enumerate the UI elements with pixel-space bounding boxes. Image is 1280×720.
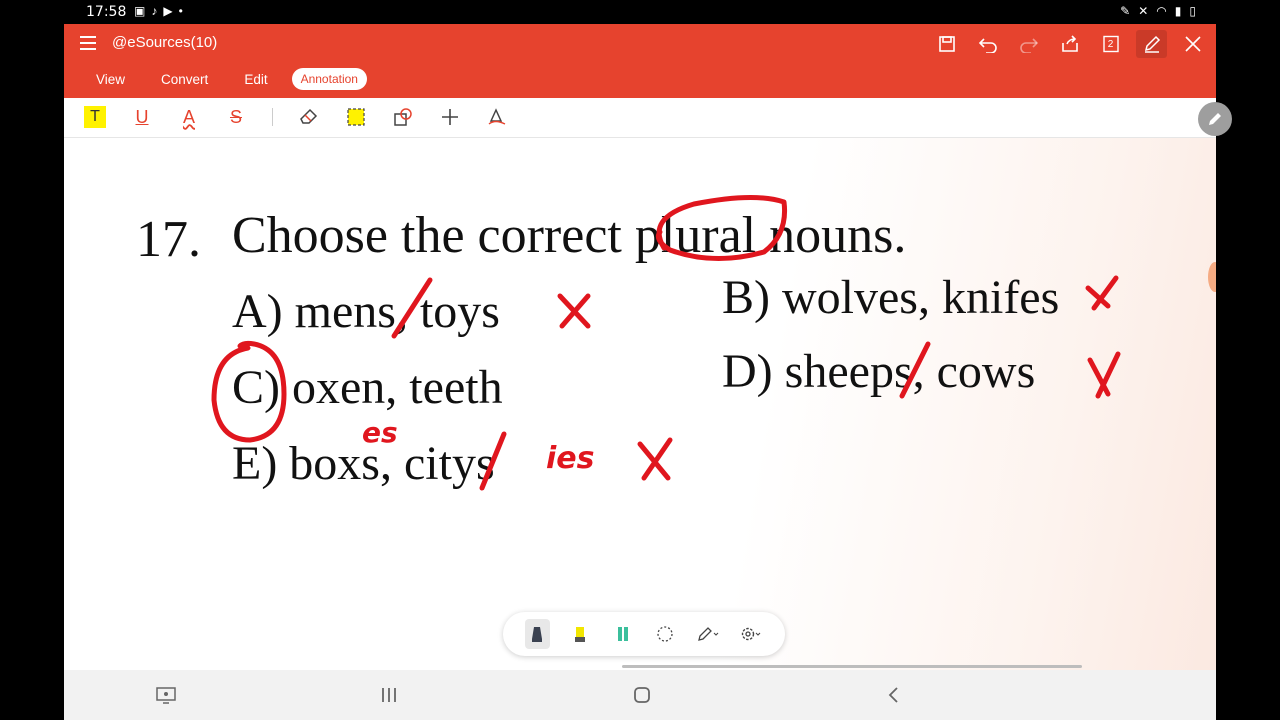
gallery-icon: ▣ — [134, 4, 146, 18]
annotation-toolbar: T U A S — [64, 98, 1232, 138]
tiktok-icon: ♪ — [151, 4, 158, 18]
highlight-text-icon[interactable]: T — [84, 106, 106, 128]
pen-settings-icon[interactable] — [696, 619, 721, 649]
yellow-highlighter-icon[interactable] — [568, 619, 593, 649]
tab-view[interactable]: View — [84, 69, 137, 90]
page-count-label: 2 — [1107, 38, 1114, 50]
back-icon[interactable] — [880, 682, 908, 708]
tab-convert[interactable]: Convert — [149, 69, 220, 90]
menu-icon[interactable] — [80, 32, 102, 54]
app-header: @eSources(10) 2 View Convert Edit Annota… — [64, 24, 1216, 98]
squiggly-glyph: A — [182, 106, 195, 127]
video-icon: ▶ — [163, 4, 173, 18]
gear-icon[interactable] — [738, 619, 763, 649]
option-b-x-mark — [1085, 275, 1119, 311]
option-a-x-mark — [557, 293, 591, 329]
redo-icon[interactable] — [1013, 30, 1044, 58]
save-icon[interactable] — [931, 30, 962, 58]
undo-icon[interactable] — [972, 30, 1003, 58]
mode-tabs: View Convert Edit Annotation — [84, 68, 379, 90]
signature-icon[interactable] — [486, 106, 508, 128]
option-e: E) boxs, citys — [232, 437, 495, 490]
battery-icon: ▯ — [1189, 4, 1196, 18]
option-d: D) sheeps, cows — [722, 345, 1036, 398]
highlight-glyph: T — [90, 108, 100, 125]
document-title: @eSources(10) — [112, 34, 218, 51]
page-edge-tab — [1208, 262, 1216, 292]
horizontal-scrollbar[interactable] — [622, 665, 1082, 668]
floating-pen-button[interactable] — [1198, 102, 1232, 136]
status-time: 17:58 — [86, 4, 127, 20]
question-text: Choose the correct plural nouns. — [232, 207, 907, 264]
option-d-x-mark — [1087, 351, 1121, 399]
option-b: B) wolves, knifes — [722, 271, 1060, 324]
area-highlight-icon[interactable] — [345, 106, 367, 128]
screen-icon[interactable] — [152, 682, 180, 708]
system-nav-bar — [64, 670, 1216, 720]
ies-correction: ies — [546, 441, 595, 476]
question-number: 17. — [136, 211, 201, 268]
status-left-icons: ▣ ♪ ▶ • — [134, 4, 183, 18]
header-toolbar: 2 — [931, 30, 1208, 58]
option-e-x-mark — [637, 437, 673, 481]
status-right-icons: ✎ ✕ ◠ ▮ ▯ — [1120, 4, 1196, 18]
eraser-icon[interactable] — [298, 106, 320, 128]
share-icon[interactable] — [1054, 30, 1085, 58]
pen-edit-icon[interactable] — [1136, 30, 1167, 58]
status-bar: 17:58 ▣ ♪ ▶ • ✎ ✕ ◠ ▮ ▯ — [64, 0, 1216, 24]
close-icon[interactable] — [1177, 30, 1208, 58]
strike-glyph: S — [229, 106, 242, 127]
edit-icon: ✎ — [1120, 4, 1131, 18]
mute-icon: ✕ — [1138, 4, 1149, 18]
tab-annotation[interactable]: Annotation — [291, 68, 367, 90]
pen-toolbar — [503, 612, 785, 656]
squiggly-icon[interactable]: A — [178, 106, 200, 128]
marker-pen-icon[interactable] — [525, 619, 550, 649]
underline-icon[interactable]: U — [131, 106, 153, 128]
document-page[interactable]: 17. Choose the correct plural nouns. A) … — [64, 138, 1216, 670]
plus-icon[interactable] — [439, 106, 461, 128]
toolbar-divider — [272, 108, 273, 126]
lasso-icon[interactable] — [653, 619, 678, 649]
pen-icon — [1209, 113, 1221, 125]
page-count-icon[interactable]: 2 — [1095, 30, 1126, 58]
underline-glyph: U — [135, 106, 149, 127]
home-icon[interactable] — [628, 682, 656, 708]
dot-icon: • — [178, 4, 183, 18]
shape-icon[interactable] — [392, 106, 414, 128]
signal-icon: ▮ — [1174, 4, 1182, 18]
tab-edit[interactable]: Edit — [232, 69, 279, 90]
option-c: C) oxen, teeth — [232, 361, 503, 414]
option-a: A) mens, toys — [232, 285, 500, 338]
green-highlighter-icon[interactable] — [610, 619, 635, 649]
strikethrough-icon[interactable]: S — [225, 106, 247, 128]
wifi-icon: ◠ — [1156, 4, 1167, 18]
recents-icon[interactable] — [375, 682, 403, 708]
